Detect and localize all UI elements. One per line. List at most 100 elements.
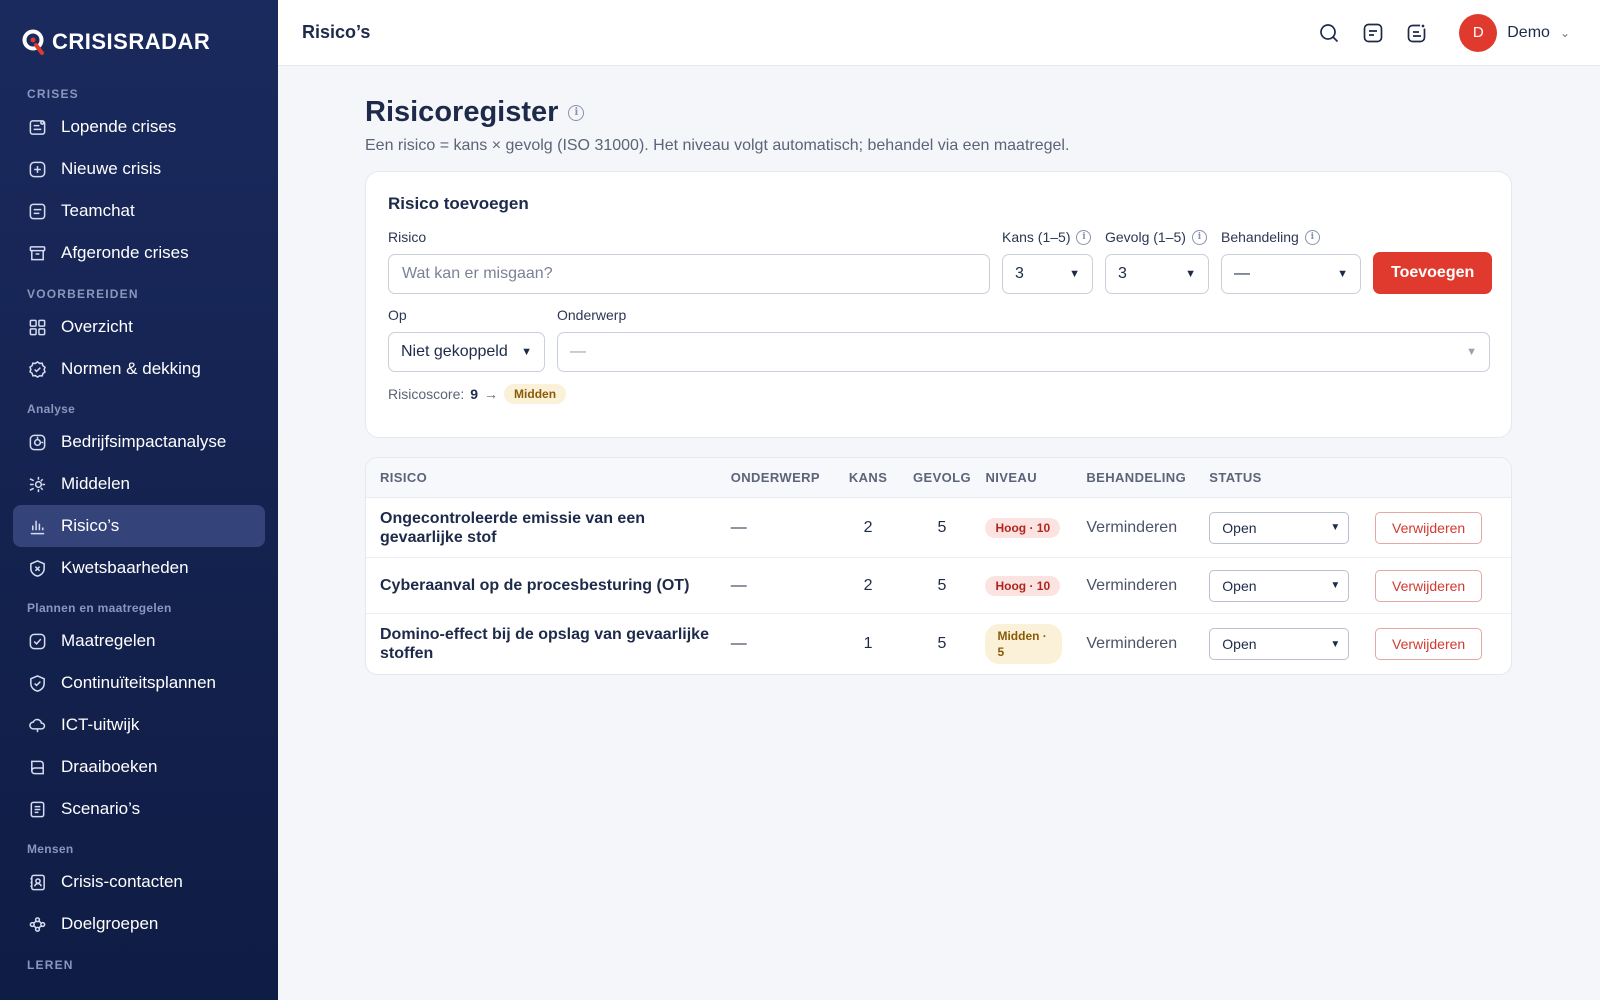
sidebar-item-ict-uitwijk[interactable]: ICT-uitwijk: [13, 704, 265, 746]
sidebar-item-label: Crisis-contacten: [61, 872, 183, 891]
onderwerp-value: —: [570, 343, 586, 360]
info-icon[interactable]: i: [1304, 229, 1320, 245]
op-value: Niet gekoppeld: [401, 343, 508, 360]
sidebar-item-bedrijfsimpactanalyse[interactable]: Bedrijfsimpactanalyse: [13, 421, 265, 463]
chevron-down-icon: ▼: [1330, 580, 1341, 591]
table-row: Ongecontroleerde emissie van een gevaarl…: [366, 498, 1511, 558]
onderwerp-select[interactable]: — ▼: [557, 332, 1490, 372]
shield-x-icon: [27, 558, 47, 578]
col-kans[interactable]: KANS: [831, 470, 906, 485]
cell-kans: 2: [863, 518, 873, 536]
cell-status: Open ▼: [1205, 628, 1371, 660]
behandeling-select[interactable]: — ▼: [1221, 254, 1361, 294]
info-icon[interactable]: i: [1191, 229, 1207, 245]
chevron-down-icon: ▼: [1185, 268, 1196, 280]
grid-icon: [27, 317, 47, 337]
add-risk-button[interactable]: Toevoegen: [1373, 252, 1493, 294]
kans-value: 3: [1015, 265, 1024, 282]
status-select[interactable]: Open ▼: [1209, 511, 1350, 544]
score-arrow: →: [484, 386, 499, 402]
col-status[interactable]: STATUS: [1205, 470, 1371, 485]
onderwerp-label-text: Onderwerp: [557, 307, 627, 323]
sidebar-item-crisis-contacten[interactable]: Crisis-contacten: [13, 861, 265, 903]
col-onderwerp[interactable]: ONDERWERP: [726, 470, 831, 485]
page-title-row: Risicoregister i: [365, 96, 1512, 129]
section-title-analyse: Analyse: [27, 402, 76, 416]
status-value: Open: [1222, 577, 1257, 594]
add-risk-card: Risico toevoegen Risico Kans (1–5)i 3▼ G…: [365, 171, 1512, 438]
delete-button[interactable]: Verwijderen: [1375, 628, 1483, 660]
sidebar-item-continuiteitsplannen[interactable]: Continuïteitsplannen: [13, 662, 265, 704]
sidebar-item-scenarios[interactable]: Scenario’s: [13, 788, 265, 830]
behandeling-label: Behandeling i: [1221, 228, 1361, 246]
sidebar-item-overzicht[interactable]: Overzicht: [13, 306, 265, 348]
sidebar-item-label: Maatregelen: [61, 631, 156, 650]
kans-field: Kans (1–5) i 3 ▼: [1002, 228, 1093, 294]
section-title-voorbereiden: VOORBEREIDEN: [27, 287, 139, 301]
cell-actions: Verwijderen: [1371, 628, 1511, 660]
cell-niveau: Hoog · 10: [978, 517, 1082, 538]
cell-niveau: Midden · 5: [978, 624, 1082, 664]
sidebar-item-nieuwe-crisis[interactable]: Nieuwe crisis: [13, 148, 265, 190]
sidebar-item-kwetsbaarheden[interactable]: Kwetsbaarheden: [13, 547, 265, 589]
delete-button[interactable]: Verwijderen: [1375, 511, 1483, 544]
cell-onderwerp: —: [730, 635, 747, 652]
sidebar-item-lopende-crises[interactable]: Lopende crises: [13, 106, 265, 148]
chat-icon[interactable]: [1361, 21, 1385, 45]
people-icon: [27, 914, 47, 934]
cell-behandeling: Verminderen: [1086, 576, 1178, 594]
cell-onderwerp: —: [730, 576, 747, 594]
gevolg-label: Gevolg (1–5) i: [1105, 228, 1209, 246]
sidebar-item-afgeronde-crises[interactable]: Afgeronde crises: [13, 232, 265, 274]
status-select[interactable]: Open ▼: [1209, 569, 1350, 602]
op-field: Op Niet gekoppeld ▼: [388, 306, 545, 372]
cell-actions: Verwijderen: [1371, 511, 1511, 544]
sidebar-item-label: Risico’s: [61, 516, 120, 535]
op-label-text: Op: [388, 307, 407, 323]
sidebar-item-doelgroepen[interactable]: Doelgroepen: [13, 903, 265, 945]
chevron-down-icon: ▼: [1330, 638, 1341, 650]
col-risico[interactable]: RISICO: [366, 470, 726, 485]
sidebar-item-label: Afgeronde crises: [61, 243, 189, 262]
col-gevolg[interactable]: GEVOLG: [906, 470, 979, 485]
info-icon[interactable]: i: [1076, 229, 1092, 245]
behandeling-field: Behandeling i — ▼: [1221, 228, 1361, 294]
sidebar-item-label: Nieuwe crisis: [61, 159, 162, 178]
op-select[interactable]: Niet gekoppeld ▼: [388, 332, 545, 372]
col-niveau[interactable]: NIVEAU: [978, 470, 1082, 485]
running-crises-icon: [27, 117, 47, 137]
status-value: Open: [1222, 636, 1257, 652]
search-icon[interactable]: [1317, 21, 1341, 45]
notifications-icon[interactable]: [1405, 21, 1429, 45]
sidebar-item-label: Draaiboeken: [61, 757, 158, 776]
gevolg-select[interactable]: 3 ▼: [1105, 254, 1209, 294]
section-title-leren: LEREN: [27, 958, 74, 972]
sidebar-item-label: Middelen: [61, 474, 130, 493]
sidebar-item-normen-dekking[interactable]: Normen & dekking: [13, 348, 265, 390]
behandeling-label-text: Behandeling: [1221, 229, 1299, 245]
info-icon[interactable]: i: [568, 104, 585, 121]
cell-gevolg: 5: [937, 518, 947, 536]
col-behandeling[interactable]: BEHANDELING: [1082, 470, 1205, 485]
table-row: Domino-effect bij de opslag van gevaarli…: [366, 614, 1511, 674]
cell-behandeling: Verminderen: [1086, 635, 1178, 652]
sidebar-item-teamchat[interactable]: Teamchat: [13, 190, 265, 232]
cell-onderwerp: —: [730, 518, 747, 536]
app-logo[interactable]: CRISISRADAR: [0, 0, 278, 66]
user-menu[interactable]: D Demo ⌄: [1459, 13, 1570, 52]
delete-button[interactable]: Verwijderen: [1375, 569, 1483, 602]
score-label: Risicoscore:: [388, 386, 465, 402]
risk-label: Risico: [388, 228, 990, 246]
score-value: 9: [470, 386, 479, 402]
sidebar-item-draaiboeken[interactable]: Draaiboeken: [13, 746, 265, 788]
kans-select[interactable]: 3 ▼: [1002, 254, 1093, 294]
sidebar-item-middelen[interactable]: Middelen: [13, 463, 265, 505]
sidebar-item-risicos[interactable]: Risico’s: [13, 505, 265, 547]
sidebar-item-maatregelen[interactable]: Maatregelen: [13, 620, 265, 662]
chevron-down-icon: ▼: [1337, 268, 1348, 280]
risk-input[interactable]: [388, 254, 990, 294]
cell-kans: 2: [863, 576, 873, 594]
onderwerp-label: Onderwerp: [557, 306, 1490, 324]
status-select[interactable]: Open ▼: [1209, 628, 1350, 660]
main-content: Risicoregister i Een risico = kans × gev…: [365, 96, 1512, 675]
